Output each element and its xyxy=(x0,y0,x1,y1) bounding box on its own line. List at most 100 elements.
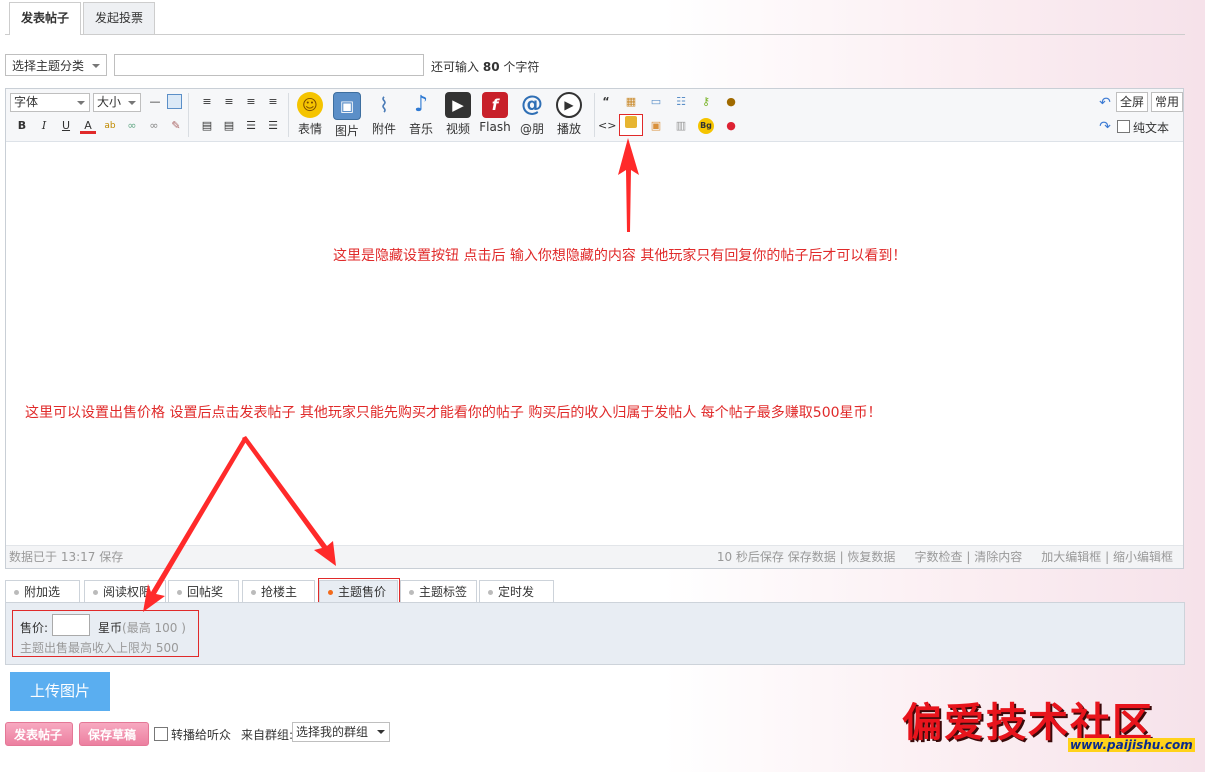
background-icon[interactable]: Bg xyxy=(698,118,714,134)
columns-icon[interactable]: ▥ xyxy=(673,118,689,134)
flash-label: Flash xyxy=(479,120,511,134)
underline-icon[interactable]: U xyxy=(58,118,74,134)
tab-post[interactable]: 发表帖子 xyxy=(9,2,82,35)
table-icon[interactable] xyxy=(167,94,182,109)
word-count-link[interactable]: 字数检查 xyxy=(915,550,963,564)
plaintext-checkbox[interactable] xyxy=(1117,120,1130,133)
status-actions: 10 秒后保存 保存数据 | 恢复数据 字数检查 | 清除内容 加大编辑框 | … xyxy=(716,550,1173,564)
key-icon[interactable]: ⚷ xyxy=(698,94,714,110)
smiley-icon: ☺ xyxy=(297,92,323,118)
unlink-icon[interactable]: ∞ xyxy=(146,118,162,134)
toolbar-divider xyxy=(288,93,289,137)
annotation-sell: 这里可以设置出售价格 设置后点击发表帖子 其他玩家只能先购买才能看你的帖子 购买… xyxy=(25,405,882,421)
broadcast-checkbox[interactable] xyxy=(154,727,168,741)
watermark-logo: 偏爱技术社区 www.paijishu.com xyxy=(900,690,1200,760)
tab-topic-tags[interactable]: 主题标签 xyxy=(400,580,477,602)
editor-toolbar: 字体 大小 — B I U A ab ∞ ∞ ✎ ≡ ≡ ≡ ≡ ▤ ▤ ☰ ☰… xyxy=(6,89,1183,142)
dot-icon xyxy=(488,590,493,595)
attachment-label: 附件 xyxy=(371,122,396,136)
quote-icon[interactable]: “ xyxy=(598,94,614,110)
align-left-icon[interactable]: ≡ xyxy=(199,94,215,110)
annotation-hide: 这里是隐藏设置按钮 点击后 输入你想隐藏的内容 其他玩家只有回复你的帖子后才可以… xyxy=(333,248,907,264)
autosave-text: 10 秒后保存 xyxy=(716,550,784,564)
free-icon[interactable]: ▦ xyxy=(623,94,639,110)
tab-read-permission[interactable]: 阅读权限 xyxy=(84,580,166,602)
subject-input[interactable] xyxy=(114,54,424,76)
float-right-icon[interactable]: ▤ xyxy=(221,118,237,134)
highlight-box-price xyxy=(12,610,199,657)
horizontal-rule-icon[interactable]: — xyxy=(147,94,163,110)
toolbar-divider xyxy=(188,93,189,137)
font-select-label: 字体 xyxy=(14,95,39,109)
redo-icon[interactable]: ↷ xyxy=(1097,119,1113,135)
category-select[interactable]: 选择主题分类 xyxy=(5,54,107,76)
align-center-icon[interactable]: ≡ xyxy=(221,94,237,110)
font-select[interactable]: 字体 xyxy=(10,93,90,112)
tab-scheduled-post[interactable]: 定时发布 xyxy=(479,580,554,621)
link-icon[interactable]: ∞ xyxy=(124,118,140,134)
music-label: 音乐 xyxy=(408,122,433,136)
toolbar-divider xyxy=(594,93,595,137)
category-select-label: 选择主题分类 xyxy=(12,59,85,73)
play-icon: ▶ xyxy=(556,92,582,118)
ordered-list-icon[interactable]: ☰ xyxy=(243,118,259,134)
italic-icon[interactable]: I xyxy=(36,118,52,134)
chevron-down-icon xyxy=(77,101,85,105)
image-button[interactable]: ▣ 图片 xyxy=(329,92,365,138)
index-icon[interactable]: ☷ xyxy=(673,94,689,110)
font-color-icon[interactable]: A xyxy=(80,118,96,134)
clear-format-icon[interactable]: ✎ xyxy=(168,118,184,134)
tab-reply-reward[interactable]: 回帖奖励 xyxy=(168,580,239,621)
video-button[interactable]: ▶ 视频 xyxy=(440,92,476,138)
unordered-list-icon[interactable]: ☰ xyxy=(265,118,281,134)
price-panel: 售价: 星币(最高 100 ) 主题出售最高收入上限为 500 xyxy=(5,602,1185,665)
hint-prefix: 还可输入 xyxy=(431,60,480,74)
code-icon[interactable]: <> xyxy=(598,118,616,134)
undo-icon[interactable]: ↶ xyxy=(1097,95,1113,111)
dot-icon xyxy=(177,590,182,595)
editor-statusbar: 数据已于 13:17 保存 10 秒后保存 保存数据 | 恢复数据 字数检查 |… xyxy=(6,545,1183,568)
mention-label: @朋 xyxy=(519,122,544,136)
hide-content-button[interactable] xyxy=(619,114,643,136)
flash-button[interactable]: f Flash xyxy=(477,92,513,138)
play-button[interactable]: ▶ 播放 xyxy=(551,92,587,138)
lock-icon xyxy=(625,116,637,128)
restore-data-link[interactable]: 恢复数据 xyxy=(847,550,895,564)
tab-poll[interactable]: 发起投票 xyxy=(83,2,156,34)
size-select[interactable]: 大小 xyxy=(93,93,141,112)
chevron-down-icon xyxy=(128,101,136,105)
mention-button[interactable]: @ @朋 xyxy=(514,92,550,138)
insert-image-icon[interactable]: ▣ xyxy=(648,118,664,134)
tab-extra-options[interactable]: 附加选项 xyxy=(5,580,80,621)
dot-icon xyxy=(14,590,19,595)
float-left-icon[interactable]: ▤ xyxy=(199,118,215,134)
music-button[interactable]: ♪ 音乐 xyxy=(403,92,439,138)
fullscreen-button[interactable]: 全屏 xyxy=(1116,92,1149,112)
plaintext-label: 纯文本 xyxy=(1133,121,1170,135)
page-break-icon[interactable]: ▭ xyxy=(648,94,664,110)
group-select-label: 选择我的群组 xyxy=(296,725,369,739)
save-data-link[interactable]: 保存数据 xyxy=(788,550,836,564)
enlarge-editor-link[interactable]: 加大编辑框 xyxy=(1041,550,1101,564)
align-right-icon[interactable]: ≡ xyxy=(243,94,259,110)
upload-image-button[interactable]: 上传图片 xyxy=(10,672,110,711)
shrink-editor-link[interactable]: 缩小编辑框 xyxy=(1113,550,1173,564)
clear-content-link[interactable]: 清除内容 xyxy=(974,550,1022,564)
bold-icon[interactable]: B xyxy=(14,118,30,134)
play-label: 播放 xyxy=(556,122,581,136)
common-button[interactable]: 常用 xyxy=(1151,92,1183,112)
tab-floor-grab[interactable]: 抢楼主题 xyxy=(242,580,315,621)
tab-label: 主题标签 xyxy=(419,585,468,599)
image-icon: ▣ xyxy=(333,92,361,120)
align-justify-icon[interactable]: ≡ xyxy=(265,94,281,110)
post-button[interactable]: 发表帖子 xyxy=(5,722,73,746)
qq-icon[interactable]: ● xyxy=(723,118,739,134)
group-select[interactable]: 选择我的群组 xyxy=(292,722,390,742)
save-draft-button[interactable]: 保存草稿 xyxy=(79,722,149,746)
dot-icon xyxy=(409,590,414,595)
highlight-icon[interactable]: ab xyxy=(102,118,118,134)
attachment-button[interactable]: ⌇ 附件 xyxy=(366,92,402,138)
emoji-button[interactable]: ☺ 表情 xyxy=(292,92,328,138)
medal-icon[interactable]: ● xyxy=(723,94,739,110)
dot-icon xyxy=(251,590,256,595)
